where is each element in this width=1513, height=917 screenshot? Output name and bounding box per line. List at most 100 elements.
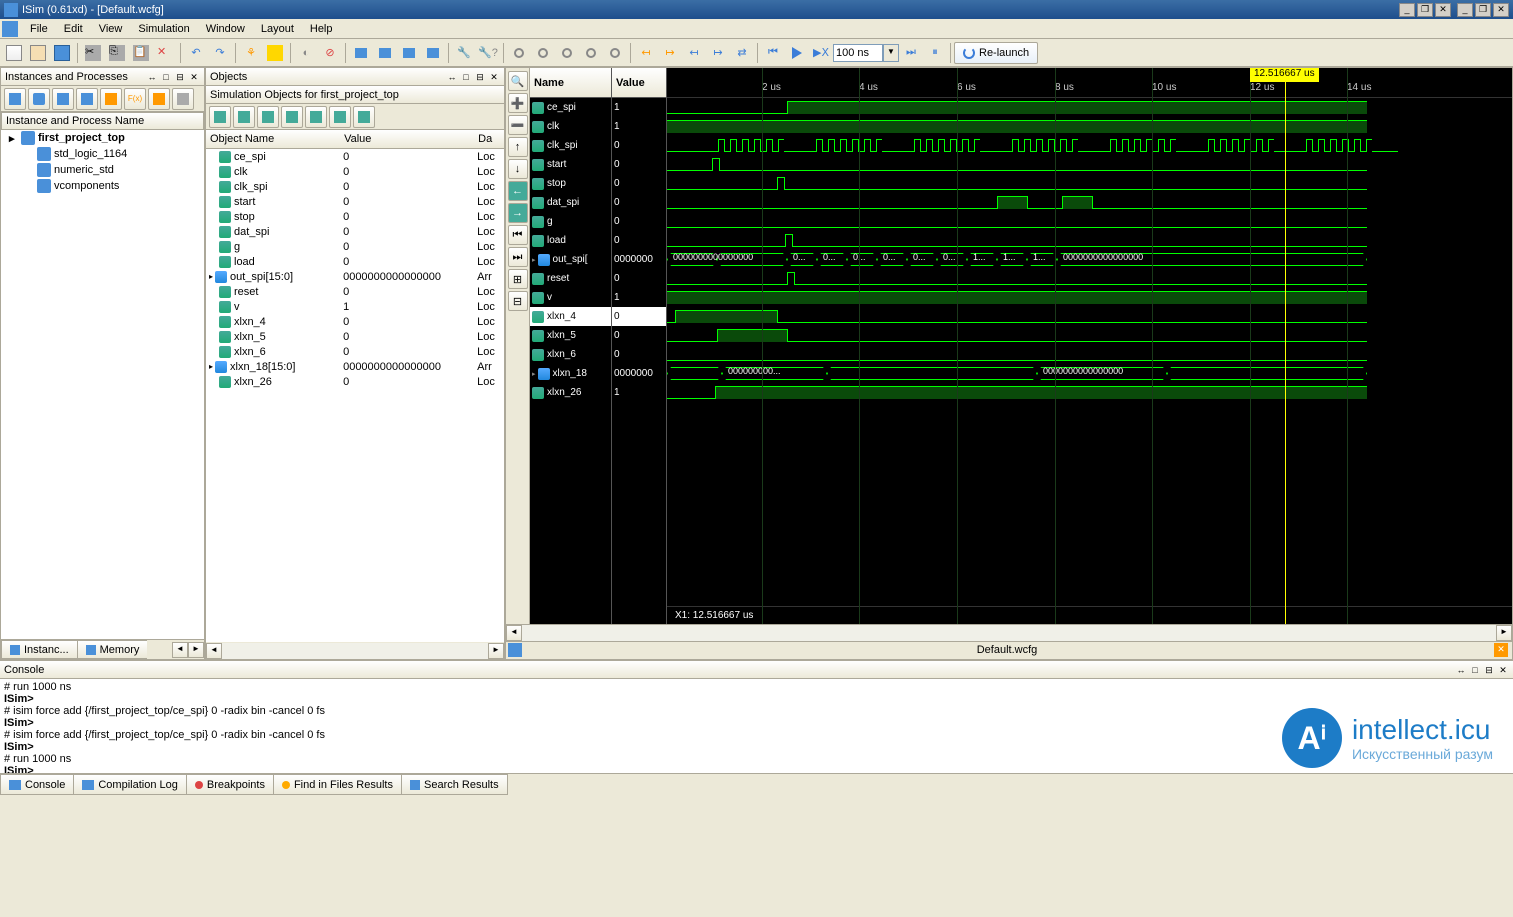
console-max-icon[interactable]: □	[1469, 664, 1481, 676]
wave-signal-value[interactable]: 1	[612, 117, 666, 136]
obj-float-icon[interactable]: ↔	[446, 71, 458, 83]
restart-button[interactable]: ⏮	[762, 42, 784, 64]
wrench-button[interactable]: 🔧	[453, 42, 475, 64]
console-output[interactable]: # run 1000 nsISim># isim force add {/fir…	[0, 679, 1513, 773]
run-for-button[interactable]: ▶Ⅹ	[810, 42, 832, 64]
wave-signal-row[interactable]	[667, 326, 1512, 345]
window-cascade-button[interactable]	[374, 42, 396, 64]
goto-button[interactable]: ◐	[295, 42, 317, 64]
restore-button[interactable]: ❐	[1417, 3, 1433, 17]
obj-pin-icon[interactable]: ⊟	[474, 71, 486, 83]
wave-signal-value[interactable]: 0	[612, 136, 666, 155]
wave-signal-row[interactable]	[667, 136, 1512, 155]
panel-float-icon[interactable]: ↔	[146, 71, 158, 83]
tab-instances[interactable]: Instanc...	[1, 640, 78, 659]
wave-signal-row[interactable]	[667, 98, 1512, 117]
bookmark-button[interactable]	[264, 42, 286, 64]
prev-edge-button[interactable]: ↤	[635, 42, 657, 64]
object-row[interactable]: stop0Loc	[206, 209, 504, 224]
menu-view[interactable]: View	[91, 21, 131, 37]
obj-btn-4[interactable]	[281, 106, 303, 128]
wave-signal-name[interactable]: clk_spi	[530, 136, 611, 155]
inst-btn-4[interactable]	[76, 88, 98, 110]
tab-compilation-log[interactable]: Compilation Log	[73, 774, 187, 795]
wave-btn-add[interactable]: ➕	[508, 93, 528, 113]
wave-signal-row[interactable]	[667, 288, 1512, 307]
inst-btn-1[interactable]	[4, 88, 26, 110]
object-row[interactable]: xlxn_260Loc	[206, 374, 504, 389]
menu-edit[interactable]: Edit	[56, 21, 91, 37]
wave-signal-name[interactable]: xlxn_6	[530, 345, 611, 364]
objects-list[interactable]: ce_spi0Locclk0Locclk_spi0Locstart0Locsto…	[206, 149, 504, 642]
object-row[interactable]: xlxn_60Loc	[206, 344, 504, 359]
object-row[interactable]: start0Loc	[206, 194, 504, 209]
object-row[interactable]: xlxn_40Loc	[206, 314, 504, 329]
panel-close-icon[interactable]: ✕	[188, 71, 200, 83]
wave-signal-value[interactable]: 0	[612, 345, 666, 364]
wave-signal-row[interactable]	[667, 307, 1512, 326]
wave-signal-name[interactable]: dat_spi	[530, 193, 611, 212]
inst-btn-7[interactable]	[148, 88, 170, 110]
wave-signal-row[interactable]	[667, 155, 1512, 174]
wave-btn-last[interactable]: ⏭	[508, 247, 528, 267]
redo-button[interactable]: ↷	[209, 42, 231, 64]
obj-btn-3[interactable]	[257, 106, 279, 128]
wave-signal-value[interactable]: 0	[612, 193, 666, 212]
object-row[interactable]: ▸xlxn_18[15:0]0000000000000000Arr	[206, 359, 504, 374]
zoom-area-button[interactable]	[604, 42, 626, 64]
wave-signal-row[interactable]	[667, 117, 1512, 136]
wave-hscroll-left[interactable]: ◄	[506, 625, 522, 641]
object-row[interactable]: clk_spi0Loc	[206, 179, 504, 194]
wave-signal-value[interactable]: 0	[612, 307, 666, 326]
obj-max-icon[interactable]: □	[460, 71, 472, 83]
close-button-inner[interactable]: ✕	[1435, 3, 1451, 17]
object-row[interactable]: clk0Loc	[206, 164, 504, 179]
obj-col-value[interactable]: Value	[340, 130, 474, 148]
paste-button[interactable]: 📋	[130, 42, 152, 64]
minimize-button[interactable]: _	[1399, 3, 1415, 17]
wave-signal-value[interactable]: 0	[612, 212, 666, 231]
delete-button[interactable]: ✕	[154, 42, 176, 64]
wave-signal-name[interactable]: xlxn_5	[530, 326, 611, 345]
object-row[interactable]: v1Loc	[206, 299, 504, 314]
wave-signal-name[interactable]: load	[530, 231, 611, 250]
inst-btn-8[interactable]	[172, 88, 194, 110]
wave-btn-down[interactable]: ↓	[508, 159, 528, 179]
menu-layout[interactable]: Layout	[253, 21, 302, 37]
wave-signal-name[interactable]: xlxn_26	[530, 383, 611, 402]
open-button[interactable]	[27, 42, 49, 64]
wave-btn-search[interactable]: 🔍	[508, 71, 528, 91]
wave-value-header[interactable]: Value	[612, 68, 666, 98]
instance-row[interactable]: ▸ first_project_top	[1, 130, 204, 146]
wave-signal-value[interactable]: 1	[612, 288, 666, 307]
wave-signal-value[interactable]: 0	[612, 269, 666, 288]
menu-window[interactable]: Window	[198, 21, 253, 37]
wave-signal-name[interactable]: ce_spi	[530, 98, 611, 117]
wave-tab-close-icon[interactable]: ✕	[1494, 643, 1508, 657]
inst-btn-5[interactable]	[100, 88, 122, 110]
wave-ruler[interactable]: 12.516667 us 2 us4 us6 us8 us10 us12 us1…	[667, 68, 1512, 98]
swap-marker-button[interactable]: ⇄	[731, 42, 753, 64]
wave-signal-row[interactable]	[667, 174, 1512, 193]
wave-signal-name[interactable]: g	[530, 212, 611, 231]
zoom-cursor-button[interactable]	[580, 42, 602, 64]
menu-file[interactable]: File	[22, 21, 56, 37]
save-button[interactable]	[51, 42, 73, 64]
wave-signal-row[interactable]	[667, 231, 1512, 250]
inst-btn-2[interactable]	[28, 88, 50, 110]
wave-btn-first[interactable]: ⏮	[508, 225, 528, 245]
tab-breakpoints[interactable]: Breakpoints	[186, 774, 274, 795]
window-tile-button[interactable]	[350, 42, 372, 64]
wave-signal-name[interactable]: start	[530, 155, 611, 174]
new-button[interactable]	[3, 42, 25, 64]
close-outer-button[interactable]: ✕	[1493, 3, 1509, 17]
wave-signal-name[interactable]: xlxn_4	[530, 307, 611, 326]
inst-btn-3[interactable]	[52, 88, 74, 110]
zoom-fit-button[interactable]	[556, 42, 578, 64]
wave-signal-row[interactable]: 000000000...0000000000000000	[667, 364, 1512, 383]
wave-signal-row[interactable]	[667, 269, 1512, 288]
wave-marker-label[interactable]: 12.516667 us	[1250, 68, 1319, 82]
obj-close-icon[interactable]: ✕	[488, 71, 500, 83]
find-button[interactable]: ⚘	[240, 42, 262, 64]
wave-signal-row[interactable]	[667, 212, 1512, 231]
